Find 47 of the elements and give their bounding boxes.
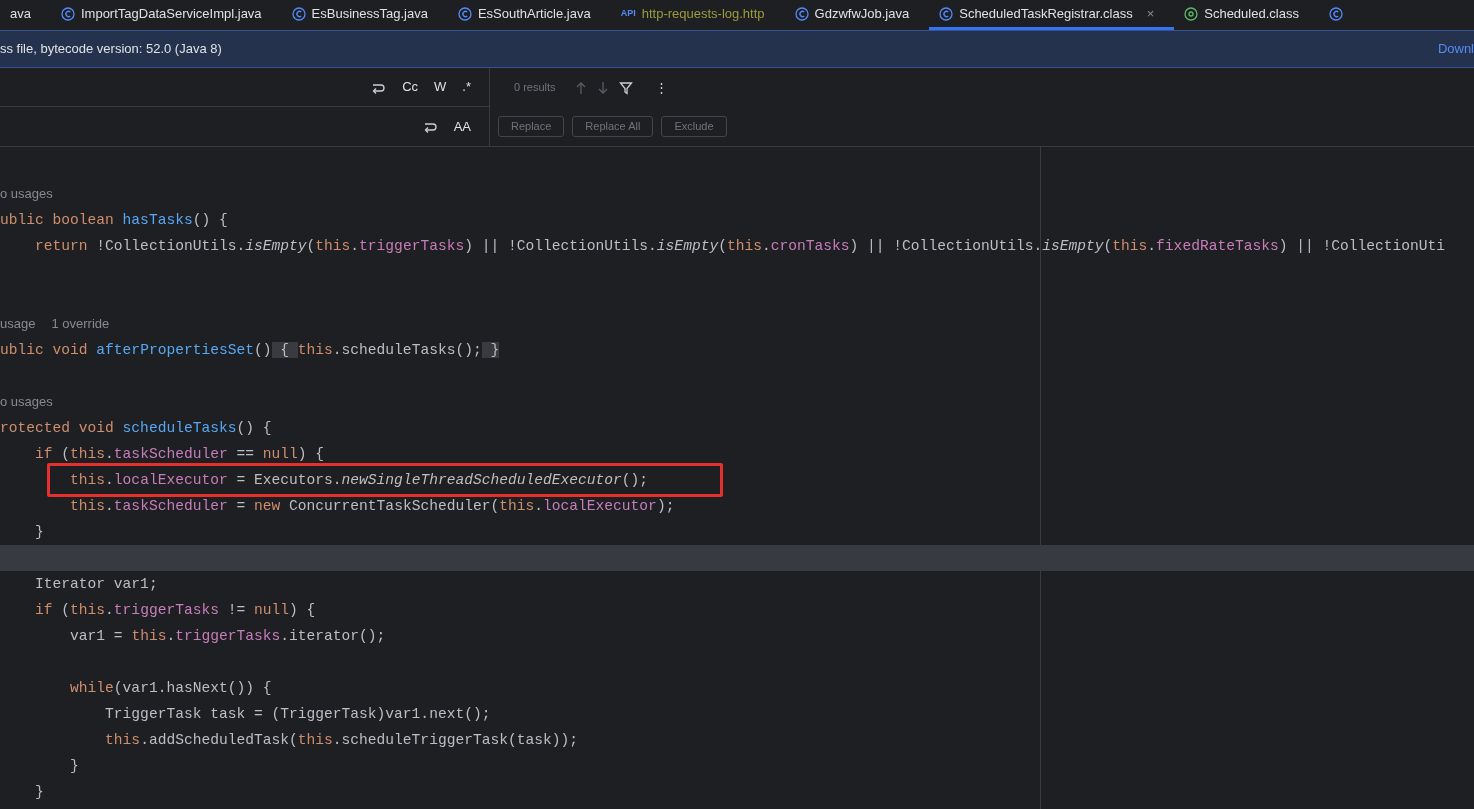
- code-line: ublic void afterPropertiesSet() { this.scheduleTasks(); }: [0, 342, 500, 358]
- code-line: Iterator var1;: [34, 576, 158, 592]
- code-line: if (this.triggerTasks != null) {: [34, 602, 316, 618]
- annotation-icon: [1184, 6, 1199, 21]
- close-icon[interactable]: ×: [1146, 3, 1155, 24]
- code-line: TriggerTask task = (TriggerTask)var1.next();: [104, 706, 491, 722]
- code-line: this.taskScheduler = new ConcurrentTaskScheduler(this.localExecutor);: [69, 498, 675, 514]
- code-line: }: [34, 524, 44, 540]
- editor-tab[interactable]: EsSouthArticle.java: [447, 0, 611, 30]
- code-line: return !CollectionUtils.isEmpty(this.triggerTasks) || !CollectionUtils.isEmpty(this.cronTasks) || !CollectionUtils.isEmpty(this.fixedRateTasks) || !CollectionUti: [34, 238, 1446, 254]
- code-line: if (this.taskScheduler == null) {: [34, 446, 325, 462]
- editor-tab[interactable]: GdzwfwJob.java: [784, 0, 930, 30]
- search-option-toggle[interactable]: W: [430, 77, 451, 97]
- file-type-label: API: [620, 6, 636, 20]
- download-link[interactable]: Downl: [1437, 39, 1474, 59]
- class-icon: [794, 6, 809, 21]
- class-icon: [291, 6, 306, 21]
- class-icon: [939, 6, 954, 21]
- code-line: while(var1.hasNext()) {: [69, 680, 272, 696]
- editor-tab[interactable]: ImportTagDataServiceImpl.java: [50, 0, 282, 30]
- usage-hint[interactable]: o usages: [0, 389, 53, 415]
- search-option-toggle[interactable]: .*: [458, 77, 475, 97]
- code-line: rotected void scheduleTasks() {: [0, 420, 272, 436]
- class-icon: [457, 6, 472, 21]
- editor-tab[interactable]: ava: [0, 0, 51, 30]
- more-button[interactable]: ⋮: [651, 77, 671, 98]
- preserve-case-toggle[interactable]: AA: [449, 116, 475, 137]
- class-icon: [1328, 6, 1343, 21]
- editor-tab[interactable]: API http-requests-log.http: [610, 0, 785, 30]
- results-count: 0 results: [514, 80, 556, 96]
- code-line: this.addScheduledTask(this.scheduleTriggerTask(task));: [104, 732, 578, 748]
- editor-tab[interactable]: EsBusinessTag.java: [281, 0, 448, 30]
- search-option-toggle[interactable]: Cc: [398, 77, 423, 97]
- code-line: var1 = this.triggerTasks.iterator();: [69, 628, 386, 644]
- usage-hint[interactable]: usage: [0, 311, 36, 337]
- usage-hint[interactable]: o usages: [0, 181, 53, 207]
- code-line: this.localExecutor = Executors.newSingleThreadScheduledExecutor();: [69, 472, 649, 488]
- banner-text: ss file, bytecode version: 52.0 (Java 8): [0, 40, 222, 59]
- down-arrow-icon: [596, 81, 609, 96]
- up-arrow-icon: [574, 81, 587, 96]
- code-line: }: [34, 784, 44, 800]
- usage-hint[interactable]: 1 override: [51, 311, 110, 337]
- editor-tab[interactable]: Scheduled.class: [1174, 0, 1319, 30]
- code-line: }: [69, 758, 79, 774]
- code-line: ublic boolean hasTasks() {: [0, 212, 228, 228]
- class-icon: [60, 6, 75, 21]
- filter-icon: [618, 81, 633, 96]
